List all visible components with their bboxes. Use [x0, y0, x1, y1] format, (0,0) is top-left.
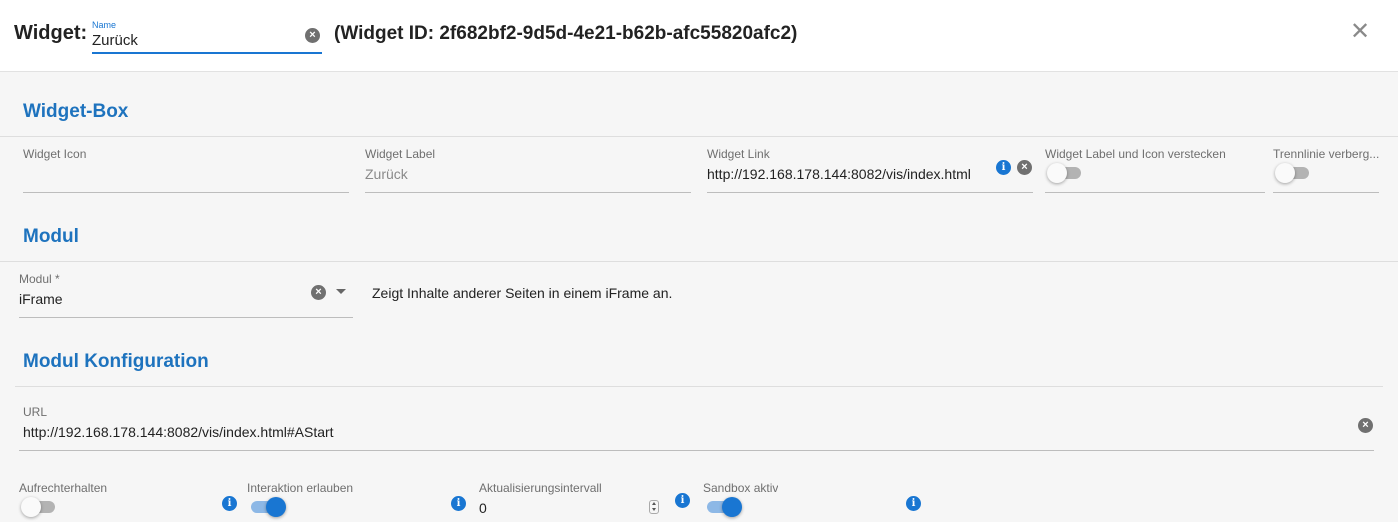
- interval-stepper[interactable]: [649, 500, 659, 514]
- divider-hide-caption: Trennlinie verberg...: [1273, 147, 1379, 161]
- url-input[interactable]: http://192.168.178.144:8082/vis/index.ht…: [23, 424, 334, 440]
- toggle-thumb: [21, 497, 41, 517]
- section-title-widget-box: Widget-Box: [23, 101, 129, 122]
- interval-input[interactable]: 0: [479, 500, 487, 516]
- name-field[interactable]: Name Zurück ×: [92, 18, 322, 54]
- widget-link-input[interactable]: http://192.168.178.144:8082/vis/index.ht…: [707, 166, 971, 182]
- toggle-thumb: [266, 497, 286, 517]
- chevron-down-icon[interactable]: [336, 289, 346, 294]
- interval-caption: Aktualisierungsintervall: [479, 481, 602, 495]
- interaction-toggle[interactable]: [249, 497, 286, 517]
- widget-label-input[interactable]: Zurück: [365, 166, 408, 182]
- widget-label: Widget:: [14, 22, 88, 44]
- url-underline: [19, 450, 1374, 451]
- widget-icon-underline: [23, 192, 349, 193]
- section-title-modul: Modul: [23, 226, 79, 247]
- modul-caption: Modul *: [19, 272, 60, 286]
- section-title-modul-konfiguration: Modul Konfiguration: [23, 351, 209, 372]
- widget-link-underline: [707, 192, 1033, 193]
- info-icon[interactable]: i: [906, 496, 921, 511]
- info-icon[interactable]: i: [675, 493, 690, 508]
- widget-icon-caption: Widget Icon: [23, 147, 87, 161]
- widget-label-underline: [365, 192, 691, 193]
- name-caption: Name: [92, 20, 117, 30]
- dialog-header: Widget: Name Zurück × (Widget ID: 2f682b…: [0, 0, 1398, 72]
- name-input[interactable]: Zurück: [92, 32, 138, 49]
- modul-description: Zeigt Inhalte anderer Seiten in einem iF…: [372, 285, 673, 301]
- info-icon[interactable]: i: [451, 496, 466, 511]
- toggle-thumb: [1047, 163, 1067, 183]
- clear-name-icon[interactable]: ×: [305, 28, 320, 43]
- info-icon[interactable]: i: [996, 160, 1011, 175]
- toggle-thumb: [722, 497, 742, 517]
- keep-alive-toggle[interactable]: [21, 497, 57, 517]
- widget-label-caption: Widget Label: [365, 147, 436, 161]
- section-divider: [0, 136, 1398, 137]
- hide-label-icon-toggle[interactable]: [1047, 163, 1083, 183]
- info-icon[interactable]: i: [222, 496, 237, 511]
- widget-link-caption: Widget Link: [707, 147, 770, 161]
- widget-id-text: (Widget ID: 2f682bf2-9d5d-4e21-b62b-afc5…: [334, 23, 798, 44]
- divider-hide-toggle[interactable]: [1275, 163, 1311, 183]
- section-divider: [15, 386, 1383, 387]
- toggle-thumb: [1275, 163, 1295, 183]
- hide-label-icon-caption: Widget Label und Icon verstecken: [1045, 147, 1226, 161]
- hide-label-underline: [1045, 192, 1265, 193]
- clear-link-icon[interactable]: ×: [1017, 160, 1032, 175]
- keep-alive-caption: Aufrechterhalten: [19, 481, 108, 495]
- divider-hide-underline: [1273, 192, 1379, 193]
- section-divider: [0, 261, 1398, 262]
- clear-url-icon[interactable]: ×: [1358, 418, 1373, 433]
- clear-modul-icon[interactable]: ×: [311, 285, 326, 300]
- sandbox-caption: Sandbox aktiv: [703, 481, 779, 495]
- modul-select[interactable]: iFrame: [19, 291, 63, 307]
- modul-underline: [19, 317, 353, 318]
- interaction-caption: Interaktion erlauben: [247, 481, 354, 495]
- url-caption: URL: [23, 405, 48, 419]
- sandbox-toggle[interactable]: [705, 497, 742, 517]
- close-icon[interactable]: ✕: [1350, 20, 1370, 44]
